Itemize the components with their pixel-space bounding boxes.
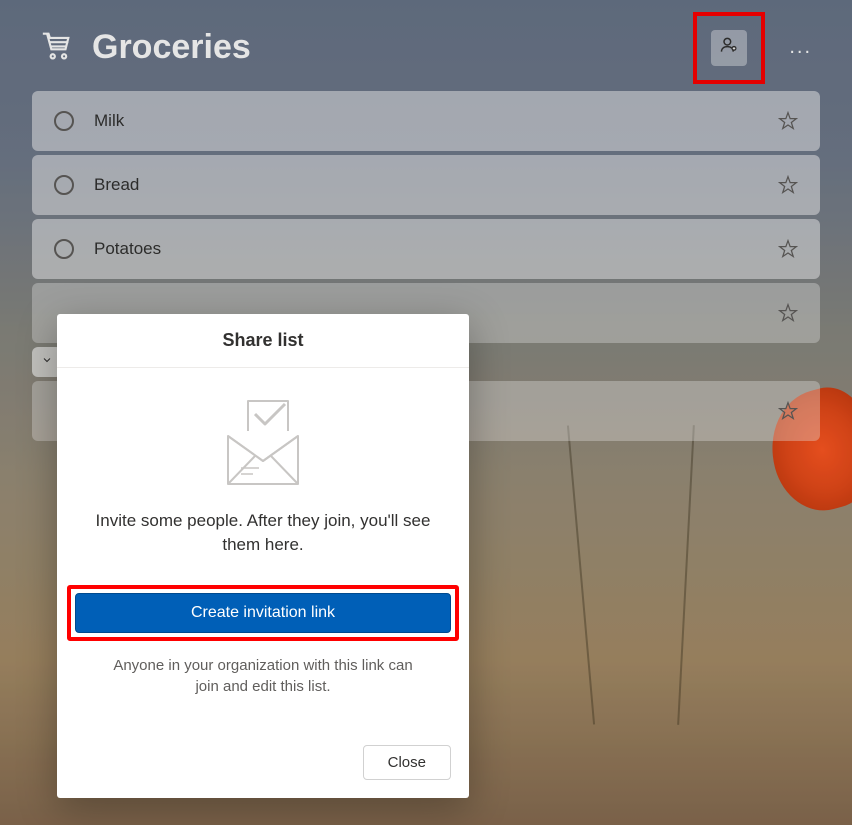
- share-button[interactable]: [711, 30, 747, 66]
- star-icon[interactable]: [778, 401, 798, 421]
- modal-footer: Close: [57, 701, 469, 798]
- close-button[interactable]: Close: [363, 745, 451, 780]
- chevron-down-icon: [41, 353, 53, 371]
- create-link-container: Create invitation link: [67, 585, 459, 641]
- annotation-highlight-create-link: Create invitation link: [67, 585, 459, 641]
- task-title: Milk: [94, 111, 758, 131]
- modal-title: Share list: [57, 314, 469, 368]
- shopping-cart-icon: [40, 28, 74, 67]
- create-invitation-link-button[interactable]: Create invitation link: [75, 593, 451, 633]
- star-icon[interactable]: [778, 111, 798, 131]
- star-icon[interactable]: [778, 303, 798, 323]
- share-list-modal: Share list Invite some people. After the…: [57, 314, 469, 798]
- more-options-button[interactable]: ...: [781, 28, 820, 67]
- list-title[interactable]: Groceries: [92, 28, 693, 67]
- modal-link-description: Anyone in your organization with this li…: [57, 641, 469, 701]
- star-icon[interactable]: [778, 239, 798, 259]
- person-add-icon: [719, 35, 739, 60]
- list-header: Groceries ...: [0, 0, 852, 91]
- task-title: Bread: [94, 175, 758, 195]
- task-complete-radio[interactable]: [54, 175, 74, 195]
- modal-instruction-text: Invite some people. After they join, you…: [57, 509, 469, 585]
- task-row[interactable]: Bread: [32, 155, 820, 215]
- task-list: Milk Bread Potatoes: [0, 91, 852, 343]
- task-row[interactable]: Milk: [32, 91, 820, 151]
- task-title: Potatoes: [94, 239, 758, 259]
- task-complete-radio[interactable]: [54, 111, 74, 131]
- task-complete-radio[interactable]: [54, 239, 74, 259]
- share-button-container: [711, 30, 747, 66]
- more-icon: ...: [789, 36, 812, 58]
- star-icon[interactable]: [778, 175, 798, 195]
- task-row[interactable]: Potatoes: [32, 219, 820, 279]
- envelope-check-illustration: [57, 368, 469, 509]
